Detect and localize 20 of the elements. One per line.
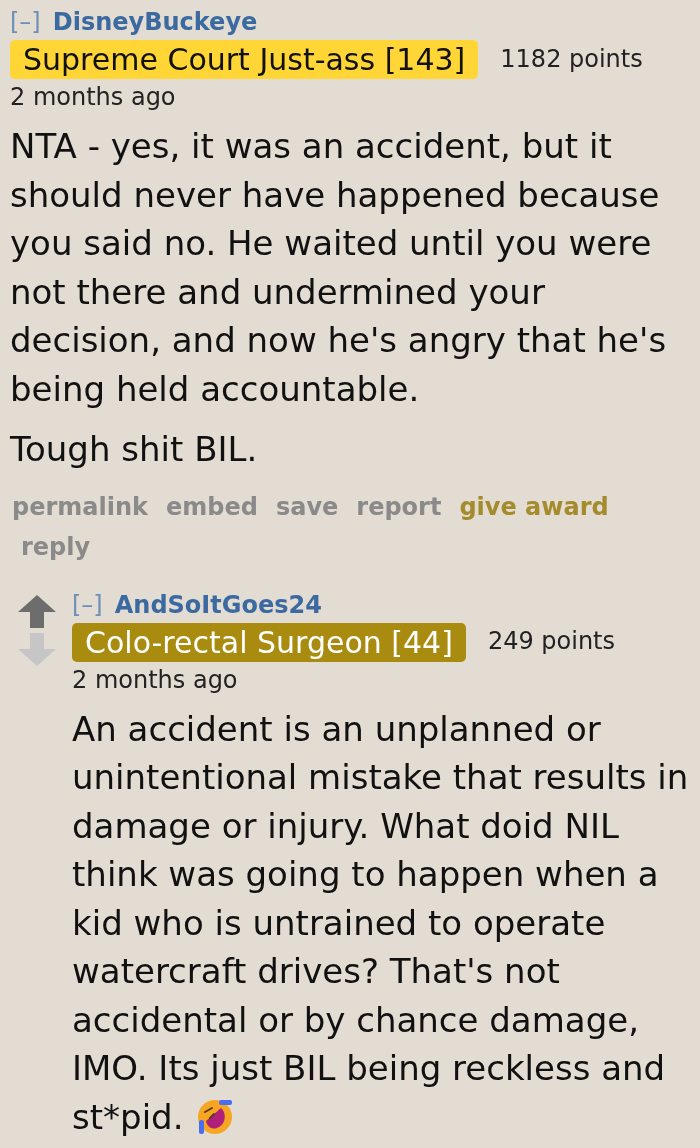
- user-flair: Colo-rectal Surgeon [44]: [72, 622, 466, 662]
- collapse-toggle[interactable]: [–]: [10, 4, 41, 40]
- score-text: 1182 points: [500, 44, 643, 73]
- action-link[interactable]: embed: [166, 492, 258, 521]
- score-text: 249 points: [487, 627, 616, 655]
- action-link[interactable]: save: [275, 492, 339, 521]
- collapse-toggle[interactable]: [–]: [72, 586, 103, 623]
- comment-text: NTA - yes, it was an accident, but it should never have happened because you said no. He waited until you were not there and undermined your decision, and now he's angry that he's being held accountable.: [10, 126, 667, 409]
- user-flair: Supreme Court Just-ass [143]: [10, 40, 479, 79]
- give-award-link[interactable]: give award: [459, 492, 609, 521]
- username-link[interactable]: AndSoItGoes24: [114, 590, 322, 619]
- action-link[interactable]: reply: [21, 532, 91, 561]
- timestamp: 2 months ago: [10, 83, 176, 111]
- action-link[interactable]: permalink: [12, 492, 148, 521]
- username-link[interactable]: DisneyBuckeye: [52, 8, 258, 36]
- comment-text: An accident is an unplanned or unintentional mistake that results in damage or injury. What doid NIL think was going to happen when a kid who is untrained to operate watercraft drives? That's not accidental or by chance damage, IMO. Its just BIL being reckless and st*pid.: [72, 708, 689, 1137]
- comment-text: Tough shit BIL.: [10, 429, 258, 469]
- timestamp: 2 months ago: [72, 665, 238, 694]
- upvote-arrow-icon[interactable]: [18, 594, 56, 628]
- action-link[interactable]: report: [356, 492, 442, 521]
